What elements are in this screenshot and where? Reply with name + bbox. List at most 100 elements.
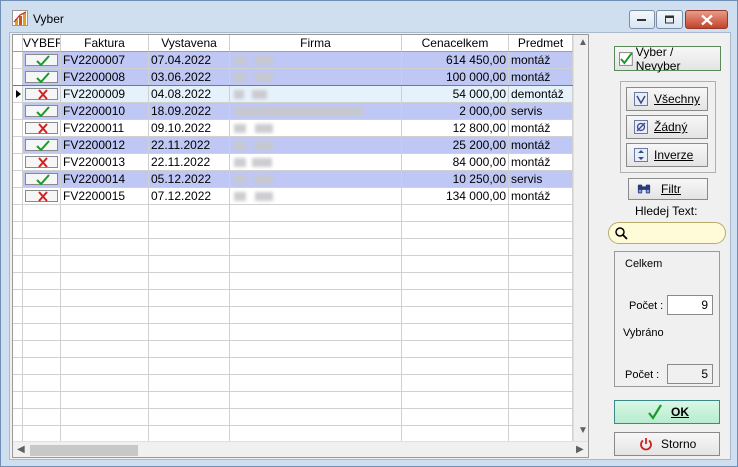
empty-cell <box>509 341 573 358</box>
vyber-nevyber-button[interactable]: Vyber / Nevyber <box>614 45 721 73</box>
table-row[interactable]: FV2200012 22.11.2022 25 200,00 montáž <box>13 137 573 154</box>
vyber-cell[interactable] <box>23 52 61 69</box>
empty-cell <box>13 307 23 324</box>
vyber-cell[interactable] <box>23 69 61 86</box>
filtr-button[interactable]: Filtr <box>628 178 708 200</box>
vyber-cell[interactable] <box>23 120 61 137</box>
table-row[interactable]: FV2200009 04.08.2022 54 000,00 demontáž <box>13 85 574 104</box>
vyber-checkbox[interactable] <box>25 122 58 134</box>
empty-row[interactable] <box>13 307 573 324</box>
vyber-checkbox[interactable] <box>25 190 58 202</box>
vyber-cell[interactable] <box>23 154 61 171</box>
predmet-cell: montáž <box>509 120 573 137</box>
header-faktura[interactable]: Faktura <box>61 35 149 52</box>
close-button[interactable] <box>685 10 728 29</box>
empty-cell <box>61 290 149 307</box>
header-vyber[interactable]: VYBER <box>23 35 61 52</box>
horizontal-scroll-thumb[interactable] <box>30 445 138 456</box>
empty-row[interactable] <box>13 358 573 375</box>
redacted-text <box>234 158 246 167</box>
vyber-checkbox[interactable] <box>25 54 58 66</box>
vyber-cell[interactable] <box>23 137 61 154</box>
header-firma[interactable]: Firma <box>230 35 402 52</box>
empty-cell <box>402 222 509 239</box>
scroll-right-icon[interactable]: ▶ <box>576 444 584 455</box>
redacted-text <box>255 124 273 133</box>
binoculars-icon <box>637 184 651 194</box>
empty-cell <box>13 222 23 239</box>
zadny-button[interactable]: Žádný <box>626 115 708 139</box>
empty-cell <box>402 341 509 358</box>
empty-row[interactable] <box>13 392 573 409</box>
predmet-cell: montáž <box>509 137 573 154</box>
table-row[interactable]: FV2200014 05.12.2022 10 250,00 servis <box>13 171 573 188</box>
empty-row[interactable] <box>13 222 573 239</box>
invoice-grid[interactable]: VYBER Faktura Vystavena Firma Cenacelkem… <box>12 34 589 458</box>
maximize-button[interactable] <box>656 10 683 29</box>
scroll-left-icon[interactable]: ◀ <box>17 444 25 455</box>
empty-row[interactable] <box>13 256 573 273</box>
table-row[interactable]: FV2200008 03.06.2022 100 000,00 montáž <box>13 69 573 86</box>
table-row[interactable]: FV2200013 22.11.2022 84 000,00 montáž <box>13 154 573 171</box>
vyber-checkbox[interactable] <box>25 88 58 100</box>
vyber-cell[interactable] <box>23 103 61 120</box>
vertical-scrollbar[interactable]: ▲ ▼ <box>573 35 588 441</box>
scroll-down-icon[interactable]: ▼ <box>578 425 588 436</box>
empty-row[interactable] <box>13 290 573 307</box>
empty-cell <box>61 256 149 273</box>
table-row[interactable]: FV2200011 09.10.2022 12 800,00 montáž <box>13 120 573 137</box>
select-all-icon <box>634 92 648 106</box>
horizontal-scrollbar[interactable]: ◀ ▶ <box>13 441 588 457</box>
empty-cell <box>230 307 402 324</box>
empty-cell <box>13 392 23 409</box>
empty-cell <box>13 341 23 358</box>
empty-cell <box>402 205 509 222</box>
empty-row[interactable] <box>13 375 573 392</box>
table-row[interactable]: FV2200010 18.09.2022 2 000,00 servis <box>13 103 573 120</box>
minimize-button[interactable] <box>629 10 655 29</box>
vyber-cell[interactable] <box>23 86 61 103</box>
vyber-checkbox[interactable] <box>25 105 58 117</box>
search-input[interactable] <box>608 222 726 244</box>
cenacelkem-cell: 25 200,00 <box>402 137 509 154</box>
empty-cell <box>230 392 402 409</box>
cenacelkem-cell: 10 250,00 <box>402 171 509 188</box>
storno-button[interactable]: Storno <box>614 432 720 456</box>
vyber-cell[interactable] <box>23 171 61 188</box>
row-indicator-cell <box>13 154 23 171</box>
header-vystavena[interactable]: Vystavena <box>149 35 230 52</box>
vyber-checkbox[interactable] <box>25 156 58 168</box>
vyber-cell[interactable] <box>23 188 61 205</box>
empty-cell <box>23 290 61 307</box>
table-row[interactable]: FV2200015 07.12.2022 134 000,00 montáž <box>13 188 573 205</box>
inverze-button[interactable]: Inverze <box>626 143 708 167</box>
header-predmet[interactable]: Predmet <box>509 35 573 52</box>
table-row[interactable]: FV2200007 07.04.2022 614 450,00 montáž <box>13 52 573 69</box>
empty-row[interactable] <box>13 341 573 358</box>
empty-row[interactable] <box>13 409 573 426</box>
redacted-text <box>255 175 273 184</box>
check-icon <box>619 51 633 66</box>
vybrano-label: Vybráno <box>623 327 664 339</box>
empty-cell <box>230 375 402 392</box>
empty-row[interactable] <box>13 324 573 341</box>
checked-icon <box>36 55 50 66</box>
vyber-checkbox[interactable] <box>25 71 58 83</box>
vyber-checkbox[interactable] <box>25 139 58 151</box>
vyber-checkbox[interactable] <box>25 173 58 185</box>
empty-cell <box>509 222 573 239</box>
empty-row[interactable] <box>13 239 573 256</box>
predmet-cell: montáž <box>509 52 573 69</box>
empty-row[interactable] <box>13 273 573 290</box>
empty-cell <box>230 290 402 307</box>
scroll-up-icon[interactable]: ▲ <box>578 37 588 48</box>
ok-button[interactable]: OK <box>614 400 720 424</box>
vsechny-button[interactable]: Všechny <box>626 87 708 111</box>
unchecked-icon <box>38 191 48 202</box>
empty-row[interactable] <box>13 205 573 222</box>
predmet-cell: demontáž <box>509 86 573 103</box>
header-cenacelkem[interactable]: Cenacelkem <box>402 35 509 52</box>
empty-cell <box>13 409 23 426</box>
grid-header: VYBER Faktura Vystavena Firma Cenacelkem… <box>13 35 573 52</box>
empty-cell <box>23 324 61 341</box>
